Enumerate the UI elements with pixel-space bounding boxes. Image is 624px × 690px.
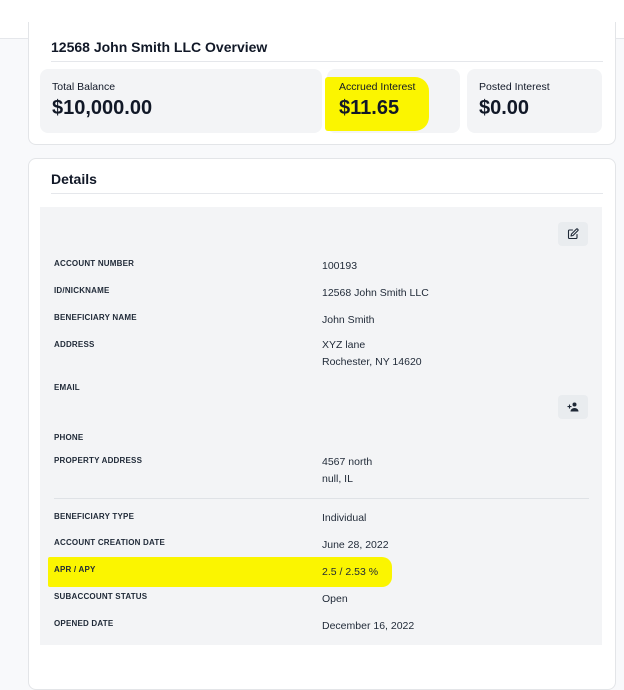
person-add-icon [567,402,578,412]
row-value-property-address: 4567 north null, IL [322,454,372,488]
stat-label: Total Balance [52,81,116,93]
row-value-beneficiary-type: Individual [322,512,367,524]
edit-button[interactable] [558,222,588,246]
row-label-beneficiary-name: BENEFICIARY NAME [54,313,137,322]
property-address-line-2: null, IL [322,473,353,485]
posted-interest-stat: Posted Interest $0.00 [467,69,602,133]
overview-title-divider [51,61,603,62]
row-value-apr-apy: 2.5 / 2.53 % [322,566,379,578]
overview-card: 12568 John Smith LLC Overview Total Bala… [28,22,616,145]
property-address-line-1: 4567 north [322,456,373,468]
edit-icon [567,228,579,240]
section-divider [54,498,589,499]
address-line-2: Rochester, NY 14620 [322,356,422,368]
stat-value: $10,000.00 [52,97,153,119]
total-balance-stat: Total Balance $10,000.00 [40,69,322,133]
row-value-account-creation-date: June 28, 2022 [322,539,389,551]
accrued-interest-stat: Accrued Interest $11.65 [325,69,460,133]
row-label-apr-apy: APR / APY [54,565,96,574]
row-label-beneficiary-type: BENEFICIARY TYPE [54,512,135,521]
row-label-nickname: ID/NICKNAME [54,286,110,295]
row-value-address: XYZ lane Rochester, NY 14620 [322,337,422,371]
row-value-beneficiary-name: John Smith [322,314,375,326]
add-contact-button[interactable] [558,395,588,419]
details-title-divider [51,193,603,194]
stat-value: $11.65 [339,97,400,119]
row-label-address: ADDRESS [54,340,95,349]
row-value-nickname: 12568 John Smith LLC [322,287,429,299]
row-label-subaccount-status: SUBACCOUNT STATUS [54,592,148,601]
row-label-phone: PHONE [54,433,84,442]
stat-value: $0.00 [479,97,530,119]
row-value-account-number: 100193 [322,260,358,272]
row-label-email: EMAIL [54,383,80,392]
row-value-subaccount-status: Open [322,593,348,605]
stat-label: Posted Interest [479,81,550,93]
row-label-account-number: ACCOUNT NUMBER [54,259,135,268]
details-title: Details [51,171,97,187]
overview-title: 12568 John Smith LLC Overview [51,39,268,55]
row-label-account-creation-date: ACCOUNT CREATION DATE [54,538,166,547]
address-line-1: XYZ lane [322,339,366,351]
row-label-opened-date: OPENED DATE [54,619,114,628]
stat-label: Accrued Interest [339,81,416,93]
row-label-property-address: PROPERTY ADDRESS [54,456,143,465]
row-value-opened-date: December 16, 2022 [322,620,415,632]
details-card: Details ACCOUNT NUMBER 100193 ID/NICKNAM… [28,158,616,690]
details-panel: ACCOUNT NUMBER 100193 ID/NICKNAME 12568 … [40,207,602,645]
